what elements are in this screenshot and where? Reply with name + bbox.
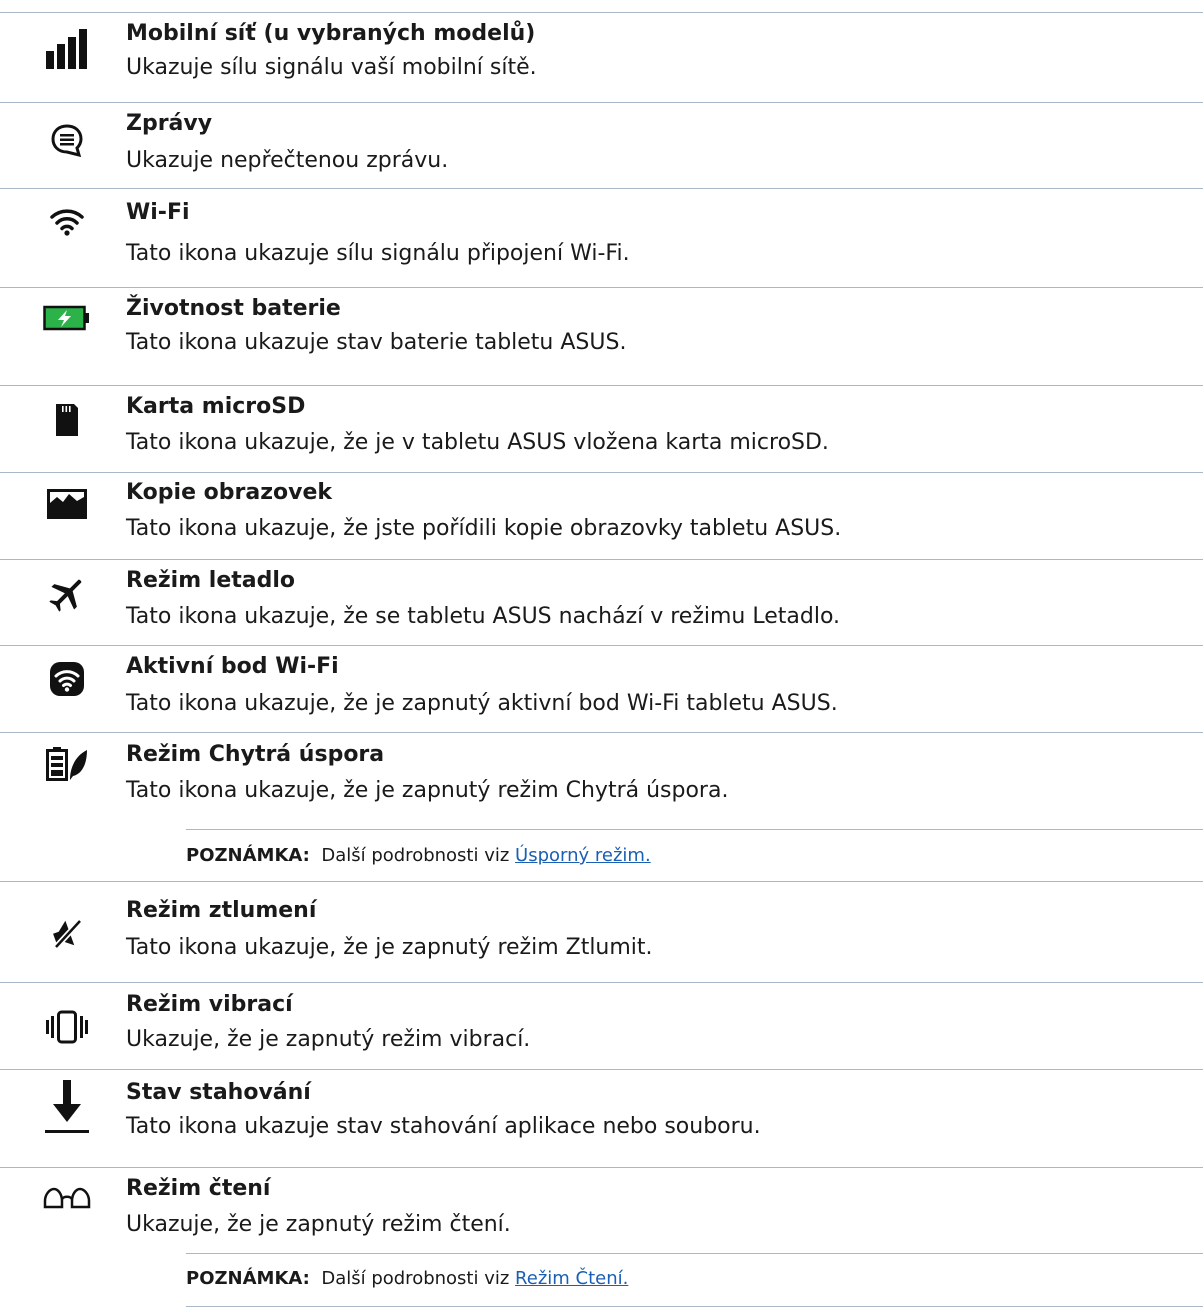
note-link[interactable]: Režim Čtení. [515, 1268, 628, 1289]
item-desc: Tato ikona ukazuje stav stahování aplika… [126, 1114, 761, 1139]
item-desc: Tato ikona ukazuje, že je v tabletu ASUS… [126, 430, 829, 455]
download-icon [41, 1077, 93, 1137]
smart-saving-icon [41, 738, 93, 790]
item-desc: Tato ikona ukazuje stav baterie tabletu … [126, 330, 627, 355]
note-divider [186, 1306, 1203, 1307]
divider [0, 881, 1203, 882]
divider [0, 645, 1203, 646]
divider [0, 385, 1203, 386]
item-desc: Ukazuje sílu signálu vaší mobilní sítě. [126, 55, 537, 80]
item-desc: Tato ikona ukazuje, že se tabletu ASUS n… [126, 604, 841, 629]
item-desc: Tato ikona ukazuje, že je zapnutý režim … [126, 935, 653, 960]
note-paragraph: POZNÁMKA: Další podrobnosti viz Režim Čt… [186, 1266, 628, 1292]
item-title: Karta microSD [126, 394, 306, 419]
divider [0, 1167, 1203, 1168]
divider [0, 559, 1203, 560]
item-title: Stav stahování [126, 1080, 311, 1105]
microsd-icon [41, 394, 93, 446]
item-title: Zprávy [126, 111, 213, 136]
hotspot-icon [41, 653, 93, 705]
item-title: Režim čtení [126, 1176, 271, 1201]
wifi-icon [41, 195, 93, 247]
item-title: Režim letadlo [126, 568, 296, 593]
note-label: POZNÁMKA: [186, 1268, 310, 1289]
message-icon [41, 114, 93, 166]
note-link[interactable]: Úsporný režim. [515, 845, 651, 866]
vibrate-icon [41, 1001, 93, 1053]
note-divider [186, 1253, 1203, 1254]
mobile-signal-icon [41, 22, 93, 74]
note-text: Další podrobnosti viz [321, 1268, 510, 1289]
note-divider [186, 829, 1203, 830]
item-desc: Tato ikona ukazuje, že je zapnutý režim … [126, 778, 729, 803]
note-paragraph: POZNÁMKA: Další podrobnosti viz Úsporný … [186, 843, 651, 869]
screenshot-icon [41, 478, 93, 530]
divider [0, 982, 1203, 983]
item-desc: Ukazuje nepřečtenou zprávu. [126, 148, 449, 173]
divider [0, 287, 1203, 288]
item-desc: Ukazuje, že je zapnutý režim vibrací. [126, 1027, 531, 1052]
divider [0, 472, 1203, 473]
divider [0, 102, 1203, 103]
divider [0, 732, 1203, 733]
divider [0, 188, 1203, 189]
item-title: Wi-Fi [126, 200, 190, 225]
item-title: Životnost baterie [126, 296, 341, 321]
item-title: Režim vibrací [126, 992, 293, 1017]
item-desc: Tato ikona ukazuje sílu signálu připojen… [126, 241, 630, 266]
divider [0, 1069, 1203, 1070]
reading-glasses-icon [41, 1172, 93, 1224]
item-title: Režim Chytrá úspora [126, 742, 385, 767]
note-text: Další podrobnosti viz [321, 845, 510, 866]
item-desc: Tato ikona ukazuje, že jste pořídili kop… [126, 516, 842, 541]
note-label: POZNÁMKA: [186, 845, 310, 866]
item-desc: Ukazuje, že je zapnutý režim čtení. [126, 1212, 511, 1237]
item-title: Aktivní bod Wi-Fi [126, 654, 339, 679]
item-title: Mobilní síť (u vybraných modelů) [126, 21, 536, 46]
item-title: Kopie obrazovek [126, 480, 333, 505]
battery-icon [41, 292, 93, 344]
item-title: Režim ztlumení [126, 898, 317, 923]
divider [0, 12, 1203, 13]
airplane-icon [41, 568, 93, 620]
item-desc: Tato ikona ukazuje, že je zapnutý aktivn… [126, 691, 838, 716]
mute-icon [41, 908, 93, 960]
